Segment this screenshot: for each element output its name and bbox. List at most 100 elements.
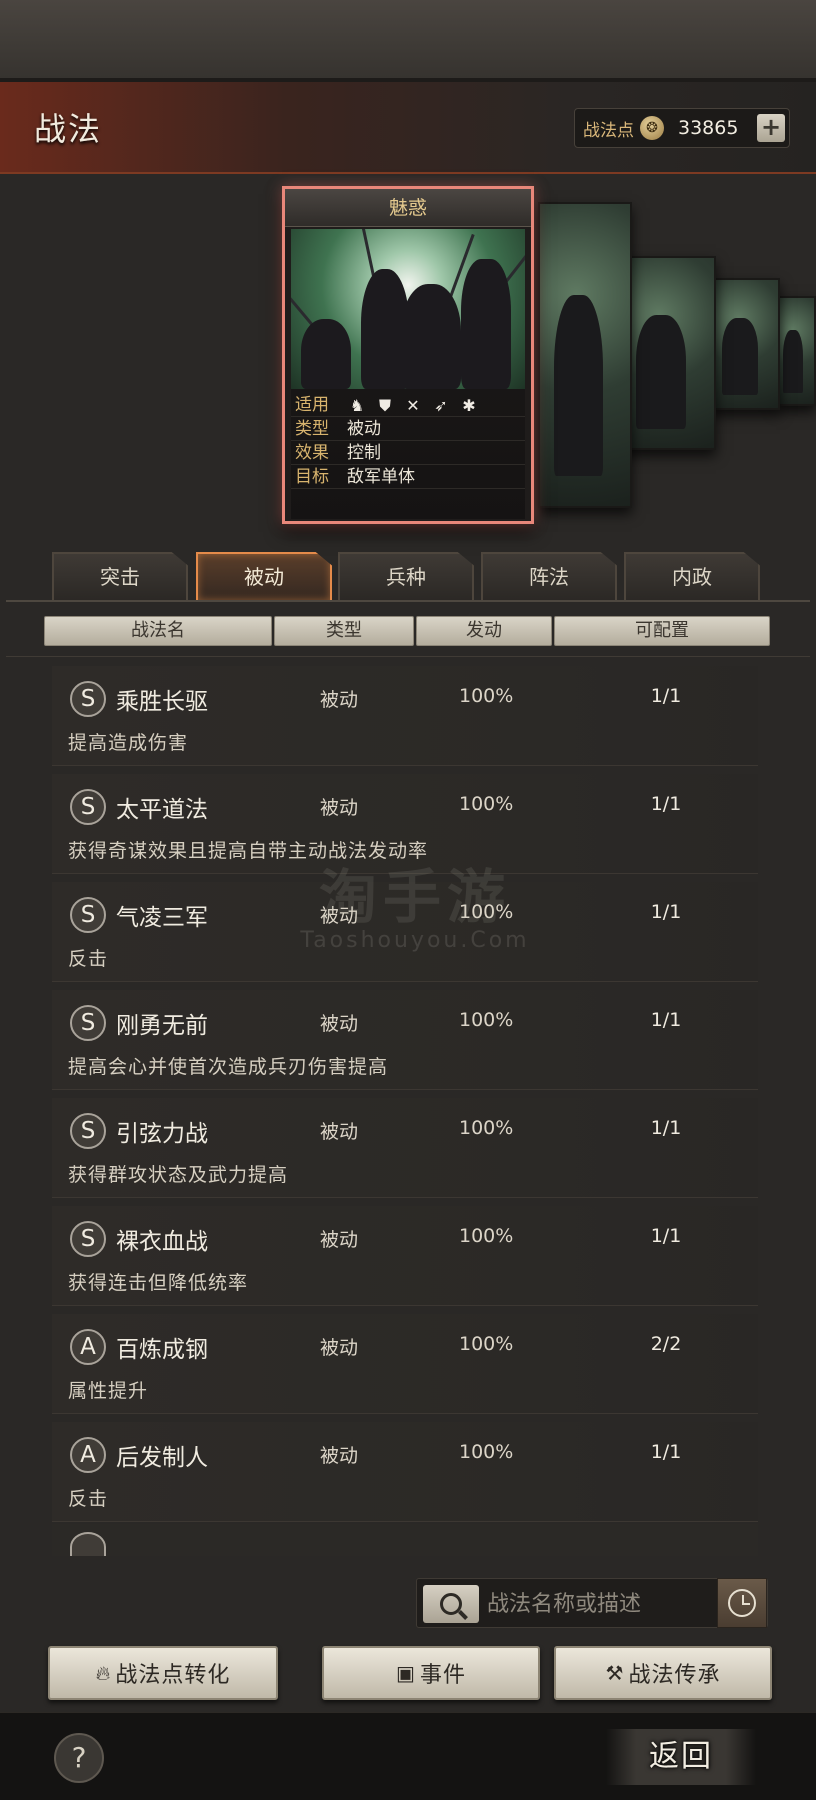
skill-name: 乘胜长驱 [116,689,208,715]
search-icon [440,1593,462,1615]
search-button[interactable] [423,1585,479,1623]
list-divider [6,656,810,657]
header: 战法 战法点 ❂ 33865 + [0,82,816,174]
drop-icon: 🔥︎ [95,1661,112,1685]
skill-points-box: 战法点 ❂ 33865 + [574,108,790,148]
skill-rate: 100% [459,1225,514,1247]
skill-desc: 提高造成伤害 [68,732,189,754]
skill-type: 被动 [320,905,359,927]
tab-formation[interactable]: 阵法 [481,552,617,600]
skill-type: 被动 [320,1229,359,1251]
search-input[interactable] [487,1585,693,1623]
table-row[interactable]: S 引弦力战 被动 100% 1/1 获得群攻状态及武力提高 [52,1098,758,1198]
grade-badge: S [70,897,106,933]
column-header-config[interactable]: 可配置 [554,616,770,646]
grade-badge: S [70,1113,106,1149]
add-points-button[interactable]: + [757,114,785,142]
spear-icon: ➶ [434,396,448,415]
skill-name: 太平道法 [116,797,208,823]
card-row-type: 类型 被动 [291,417,525,441]
top-decoration [0,0,816,82]
skill-card-preview[interactable] [620,256,716,450]
skill-config: 1/1 [650,793,682,815]
skill-desc: 反击 [68,948,109,970]
history-button[interactable] [717,1578,767,1628]
shield-icon: ⛊ [378,396,391,415]
skill-type: 被动 [320,1121,359,1143]
table-row[interactable]: S 乘胜长驱 被动 100% 1/1 提高造成伤害 [52,666,758,766]
grade-badge: S [70,789,106,825]
back-button[interactable]: 返回 [606,1729,756,1785]
skill-desc: 反击 [68,1488,109,1510]
table-row[interactable]: A 后发制人 被动 100% 1/1 反击 [52,1422,758,1522]
skill-config: 1/1 [650,901,682,923]
skill-card-preview[interactable] [710,278,780,410]
skill-desc: 获得群攻状态及武力提高 [68,1164,289,1186]
skill-desc: 获得奇谋效果且提高自带主动战法发动率 [68,840,429,862]
alert-icon: ▣ [396,1661,416,1685]
card-info: 适用 ♞ ⛊ ✕ ➶ ✱ 类型 被动 效果 控制 目标 敌军单体 [291,389,525,519]
archer-icon: ✕ [406,396,420,415]
column-header-rate[interactable]: 发动 [416,616,552,646]
skill-rate: 100% [459,685,514,707]
card-artwork [291,229,525,389]
convert-points-button[interactable]: 🔥︎ 战法点转化 [48,1646,278,1700]
skill-rate: 100% [459,793,514,815]
skill-config: 1/1 [650,1117,682,1139]
search-bar [416,1578,768,1628]
skill-desc: 获得连击但降低统率 [68,1272,249,1294]
selected-skill-card[interactable]: 魅惑 适用 ♞ ⛊ ✕ ➶ ✱ 类型 被动 效果 控制 目标 敌军单体 [282,186,534,524]
help-button[interactable]: ? [54,1733,104,1783]
tab-internal-affairs[interactable]: 内政 [624,552,760,600]
hammer-icon: ⚒ [605,1661,625,1685]
skill-config: 1/1 [650,1225,682,1247]
skill-config: 1/1 [650,1009,682,1031]
grade-badge: S [70,681,106,717]
column-header-name[interactable]: 战法名 [44,616,272,646]
table-row[interactable]: A 百炼成钢 被动 100% 2/2 属性提升 [52,1314,758,1414]
skill-type: 被动 [320,797,359,819]
card-skill-name: 魅惑 [285,189,531,227]
grade-badge: S [70,1221,106,1257]
card-row-effect: 效果 控制 [291,441,525,465]
skill-config: 2/2 [650,1333,682,1355]
skill-name: 裸衣血战 [116,1229,208,1255]
grade-badge [70,1532,106,1556]
event-button[interactable]: ▣ 事件 [322,1646,540,1700]
table-row[interactable]: S 气凌三军 被动 100% 1/1 反击 [52,882,758,982]
skill-type: 被动 [320,689,359,711]
column-header-type[interactable]: 类型 [274,616,414,646]
table-row[interactable]: S 太平道法 被动 100% 1/1 获得奇谋效果且提高自带主动战法发动率 [52,774,758,874]
skill-points-icon: ❂ [640,116,664,140]
table-row-partial[interactable] [52,1524,758,1556]
card-row-target: 目标 敌军单体 [291,465,525,489]
tab-troop[interactable]: 兵种 [338,552,474,600]
skill-config: 1/1 [650,1441,682,1463]
skill-name: 气凌三军 [116,905,208,931]
page-title: 战法 [34,110,103,148]
skill-card-preview[interactable] [776,296,816,406]
skill-type: 被动 [320,1013,359,1035]
skill-name: 引弦力战 [116,1121,208,1147]
skill-rate: 100% [459,1009,514,1031]
tab-passive[interactable]: 被动 [196,552,332,600]
skill-rate: 100% [459,1333,514,1355]
skill-rate: 100% [459,1441,514,1463]
skill-type: 被动 [320,1337,359,1359]
skill-card-preview[interactable] [538,202,632,508]
skill-rate: 100% [459,901,514,923]
inherit-skill-button[interactable]: ⚒ 战法传承 [554,1646,772,1700]
tab-assault[interactable]: 突击 [52,552,188,600]
skill-name: 后发制人 [116,1445,208,1471]
skill-list[interactable]: S 乘胜长驱 被动 100% 1/1 提高造成伤害 S 太平道法 被动 100%… [52,666,758,1556]
skill-points-label: 战法点 [583,120,634,141]
skill-name: 百炼成钢 [116,1337,208,1363]
tab-divider [6,600,810,602]
skill-rate: 100% [459,1117,514,1139]
table-row[interactable]: S 裸衣血战 被动 100% 1/1 获得连击但降低统率 [52,1206,758,1306]
table-row[interactable]: S 刚勇无前 被动 100% 1/1 提高会心并使首次造成兵刃伤害提高 [52,990,758,1090]
skill-config: 1/1 [650,685,682,707]
footer: ? 返回 [0,1712,816,1800]
clock-icon [728,1589,756,1617]
card-row-apply: 适用 ♞ ⛊ ✕ ➶ ✱ [291,393,525,417]
